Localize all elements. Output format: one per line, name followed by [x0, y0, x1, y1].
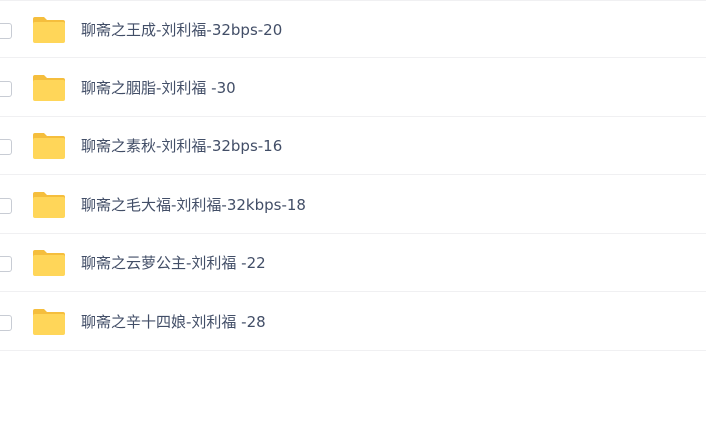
file-name[interactable]: 聊斋之辛十四娘-刘利福 -28 — [81, 311, 266, 333]
row-checkbox[interactable] — [0, 256, 12, 272]
list-item[interactable]: 聊斋之王成-刘利福-32bps-20 — [0, 0, 706, 58]
row-checkbox[interactable] — [0, 23, 12, 39]
row-checkbox[interactable] — [0, 139, 12, 155]
list-item[interactable]: 聊斋之胭脂-刘利福 -30 — [0, 59, 706, 117]
folder-icon — [33, 309, 65, 335]
file-name[interactable]: 聊斋之王成-刘利福-32bps-20 — [81, 19, 282, 41]
list-item[interactable]: 聊斋之素秋-刘利福-32bps-16 — [0, 117, 706, 175]
list-item[interactable]: 聊斋之毛大福-刘利福-32kbps-18 — [0, 176, 706, 234]
folder-icon — [33, 250, 65, 276]
file-name[interactable]: 聊斋之云萝公主-刘利福 -22 — [81, 252, 266, 274]
list-item[interactable]: 聊斋之云萝公主-刘利福 -22 — [0, 234, 706, 292]
file-name[interactable]: 聊斋之毛大福-刘利福-32kbps-18 — [81, 194, 306, 216]
file-name[interactable]: 聊斋之素秋-刘利福-32bps-16 — [81, 135, 282, 157]
row-checkbox[interactable] — [0, 198, 12, 214]
folder-icon — [33, 192, 65, 218]
list-item[interactable]: 聊斋之辛十四娘-刘利福 -28 — [0, 293, 706, 351]
row-checkbox[interactable] — [0, 81, 12, 97]
row-checkbox[interactable] — [0, 315, 12, 331]
file-name[interactable]: 聊斋之胭脂-刘利福 -30 — [81, 77, 236, 99]
folder-icon — [33, 133, 65, 159]
folder-icon — [33, 17, 65, 43]
folder-icon — [33, 75, 65, 101]
